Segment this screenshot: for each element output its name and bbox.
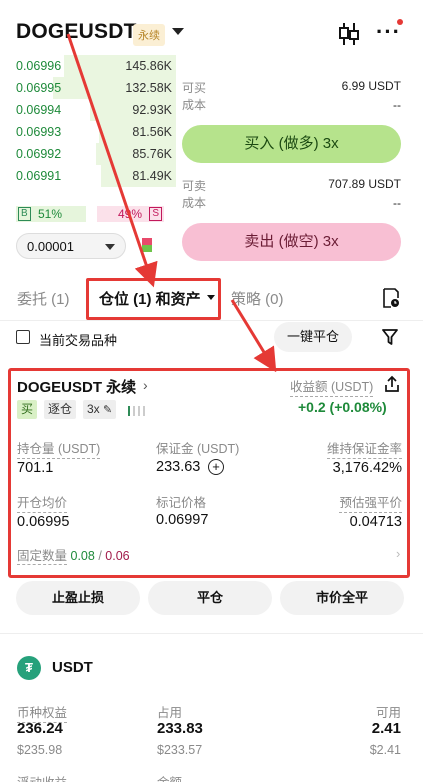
- close-all-button[interactable]: 一键平仓: [274, 322, 352, 352]
- orderbook-price: 0.06993: [16, 125, 62, 139]
- balance-label: 余额: [157, 772, 182, 782]
- leverage-tag[interactable]: 3x ✎: [83, 400, 117, 419]
- orderbook-quantity: 132.58K: [125, 81, 172, 95]
- buy-tag: B: [18, 207, 31, 221]
- notification-dot: [397, 19, 403, 25]
- chevron-right-icon[interactable]: ›: [143, 377, 148, 393]
- divider: [0, 633, 423, 634]
- orderbook-price: 0.06996: [16, 59, 62, 73]
- entry-price-label: 开仓均价: [17, 492, 68, 513]
- tp-sl-button[interactable]: 止盈止损: [16, 581, 140, 615]
- position-title[interactable]: DOGEUSDT 永续: [17, 376, 136, 397]
- sell-percent: 49%: [117, 207, 142, 221]
- price-precision-select[interactable]: 0.00001: [16, 233, 126, 259]
- mark-price-value: 0.06997: [156, 512, 209, 528]
- orderbook-price: 0.06995: [16, 81, 62, 95]
- dropdown-arrow-icon: [105, 244, 115, 250]
- available-value: 2.41: [371, 720, 401, 737]
- buy-percent: 51%: [38, 207, 63, 221]
- leverage-level-icon: [128, 406, 145, 416]
- depth-view-icon[interactable]: [142, 238, 152, 252]
- available-label: 可用: [375, 706, 401, 720]
- orderbook-price: 0.06992: [16, 147, 62, 161]
- asset-coin-name: USDT: [52, 659, 93, 676]
- margin-mode-tag[interactable]: 逐仓: [44, 400, 77, 419]
- margin-label: 保证金 (USDT): [156, 442, 240, 456]
- orderbook-row[interactable]: 0.06993 81.56K: [16, 121, 176, 143]
- pnl-value: +0.2 (+0.08%): [298, 399, 387, 415]
- liq-price-value: 0.04713: [349, 514, 402, 530]
- chevron-down-icon[interactable]: [172, 28, 184, 35]
- leverage-value: 3x: [87, 402, 100, 416]
- fixed-quantity-label: 固定数量: [17, 549, 68, 565]
- can-buy-label: 可买: [182, 81, 207, 95]
- orderbook-quantity: 81.56K: [132, 125, 172, 139]
- available-usd: $2.41: [369, 743, 401, 757]
- divider: [0, 320, 423, 321]
- symbol-title[interactable]: DOGEUSDT: [16, 20, 137, 44]
- orderbook-quantity: 145.86K: [125, 59, 172, 73]
- orderbook-price: 0.06991: [16, 169, 62, 183]
- maint-margin-rate-value: 3,176.42%: [332, 460, 402, 476]
- position-size-label: 持仓量 (USDT): [17, 438, 101, 459]
- more-icon[interactable]: ···: [376, 21, 401, 43]
- can-sell-label: 可卖: [182, 179, 207, 193]
- orderbook-quantity: 85.76K: [132, 147, 172, 161]
- can-buy-value: 6.99 USDT: [341, 79, 401, 93]
- orderbook-price: 0.06994: [16, 103, 62, 117]
- market-close-all-button[interactable]: 市价全平: [280, 581, 404, 615]
- arrow-to-position: [230, 299, 277, 373]
- entry-price-value: 0.06995: [17, 514, 70, 530]
- floating-pnl-label: 浮动收益: [17, 772, 67, 782]
- orderbook-row[interactable]: 0.06991 81.49K: [16, 165, 176, 187]
- fixed-quantity-long: 0.08: [70, 549, 95, 563]
- tab-orders[interactable]: 委托 (1): [17, 288, 70, 309]
- fixed-quantity-short: 0.06: [105, 549, 130, 563]
- close-position-button[interactable]: 平仓: [148, 581, 272, 615]
- orderbook-quantity: 92.93K: [132, 103, 172, 117]
- buy-long-button[interactable]: 买入 (做多) 3x: [182, 125, 401, 163]
- maint-margin-rate-label: 维持保证金率: [326, 438, 402, 459]
- sell-tag: S: [149, 207, 162, 221]
- current-symbol-label: 当前交易品种: [39, 333, 118, 348]
- cost-value-sell: --: [393, 196, 401, 210]
- cost-label-sell: 成本: [182, 196, 207, 210]
- candlestick-icon[interactable]: [338, 22, 360, 46]
- can-sell-value: 707.89 USDT: [328, 177, 401, 191]
- orderbook-row[interactable]: 0.06995 132.58K: [16, 77, 176, 99]
- equity-value: 236.24: [17, 720, 63, 737]
- occupied-usd: $233.57: [157, 743, 203, 757]
- side-tag: 买: [17, 400, 38, 419]
- share-icon[interactable]: [384, 375, 400, 393]
- pnl-label: 收益额 (USDT): [290, 376, 374, 397]
- precision-value: 0.00001: [27, 239, 74, 254]
- occupied-label: 占用: [157, 706, 183, 720]
- history-document-icon[interactable]: [382, 288, 400, 308]
- edit-pencil-icon: ✎: [103, 404, 113, 416]
- buy-sell-ratio: B 51% 49% S: [16, 206, 164, 222]
- orderbook-quantity: 81.49K: [132, 169, 172, 183]
- occupied-value: 233.83: [157, 720, 203, 737]
- liq-price-label: 预估强平价: [339, 492, 402, 513]
- contract-type-badge: 永续: [133, 24, 165, 46]
- current-symbol-checkbox[interactable]: [16, 330, 30, 344]
- orderbook-row[interactable]: 0.06992 85.76K: [16, 143, 176, 165]
- margin-value: 233.63: [156, 459, 201, 475]
- filter-icon[interactable]: [382, 328, 398, 346]
- fixed-quantity-separator: /: [98, 549, 102, 563]
- position-size-value: 701.1: [17, 460, 54, 476]
- cost-label-buy: 成本: [182, 98, 207, 112]
- chevron-right-icon[interactable]: ›: [396, 546, 400, 561]
- fixed-quantity-row: 固定数量 0.08 / 0.06: [17, 545, 130, 565]
- usdt-coin-icon: ₮: [17, 656, 41, 680]
- tab-strategies[interactable]: 策略 (0): [231, 288, 284, 309]
- add-margin-icon[interactable]: +: [208, 459, 224, 475]
- highlight-box-tab: [86, 278, 221, 320]
- sell-short-button[interactable]: 卖出 (做空) 3x: [182, 223, 401, 261]
- orderbook-row[interactable]: 0.06994 92.93K: [16, 99, 176, 121]
- mark-price-label: 标记价格: [156, 496, 207, 510]
- equity-usd: $235.98: [17, 743, 63, 757]
- cost-value-buy: --: [393, 98, 401, 112]
- orderbook-row[interactable]: 0.06996 145.86K: [16, 55, 176, 77]
